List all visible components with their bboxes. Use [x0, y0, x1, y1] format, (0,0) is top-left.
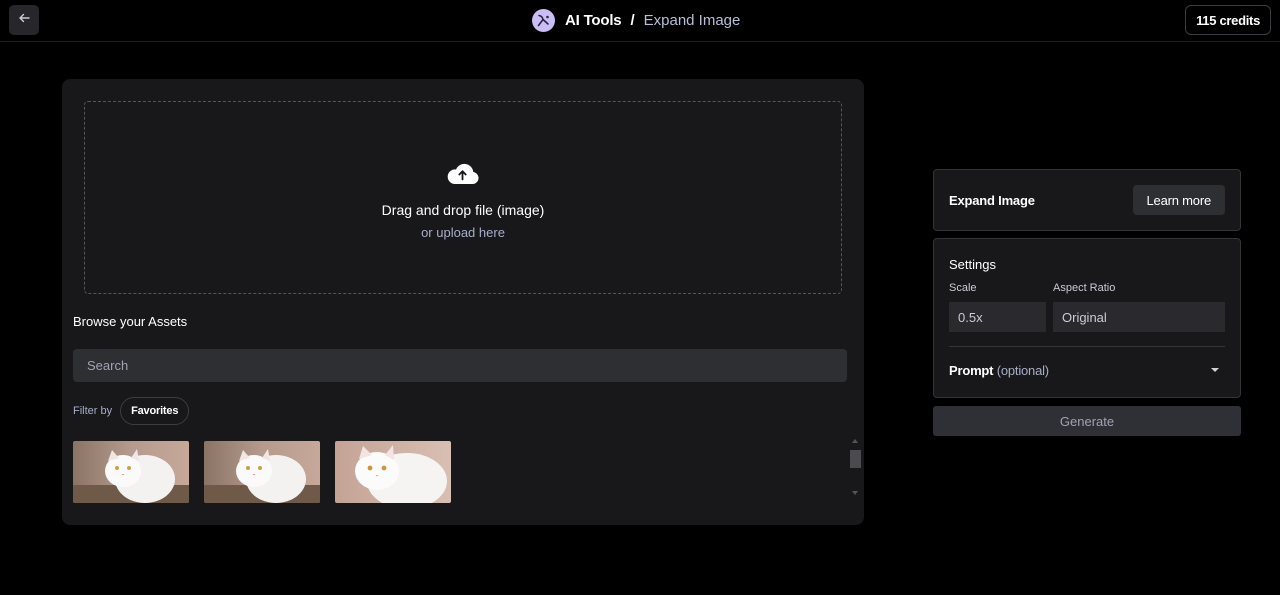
top-bar: AI Tools / Expand Image 115 credits	[0, 0, 1280, 42]
breadcrumb-app-link[interactable]: AI Tools	[565, 12, 622, 29]
assets-search-input[interactable]	[73, 349, 847, 382]
generate-button[interactable]: Generate	[933, 406, 1241, 436]
asset-thumbnail[interactable]	[204, 441, 320, 503]
assets-heading: Browse your Assets	[73, 314, 188, 329]
settings-card: Settings Scale 0.5x Aspect Ratio Origina…	[933, 238, 1241, 398]
favorites-filter-chip[interactable]: Favorites	[120, 397, 190, 425]
filter-row: Filter by Favorites	[73, 397, 190, 425]
scale-label: Scale	[949, 282, 977, 294]
learn-more-button[interactable]: Learn more	[1132, 185, 1225, 215]
app-logo-icon[interactable]	[532, 8, 555, 32]
breadcrumb-separator: /	[630, 11, 635, 29]
aspect-ratio-select[interactable]: Original	[1053, 302, 1225, 332]
filter-label: Filter by	[73, 405, 113, 417]
asset-thumbnail[interactable]	[73, 441, 189, 503]
dropzone-title: Drag and drop file (image)	[381, 202, 545, 218]
tool-title: Expand Image	[949, 193, 1035, 208]
upload-link[interactable]: or upload here	[85, 225, 841, 240]
scroll-down-icon[interactable]	[852, 491, 858, 495]
prompt-label: Prompt (optional)	[949, 363, 1049, 378]
thumbnails-scrollbar[interactable]	[850, 437, 862, 499]
breadcrumb-current-page: Expand Image	[643, 11, 741, 29]
prompt-optional-text: (optional)	[996, 362, 1049, 378]
settings-title: Settings	[949, 257, 996, 272]
arrow-left-icon	[18, 11, 30, 29]
cloud-upload-icon	[446, 160, 479, 190]
breadcrumb: AI Tools / Expand Image	[532, 8, 740, 32]
aspect-ratio-label: Aspect Ratio	[1053, 282, 1116, 294]
chevron-down-icon	[1211, 368, 1219, 372]
file-dropzone[interactable]: Drag and drop file (image) or upload her…	[84, 101, 842, 294]
settings-divider	[949, 346, 1225, 347]
back-button[interactable]	[9, 5, 39, 35]
scroll-up-icon[interactable]	[852, 439, 858, 443]
credits-badge[interactable]: 115 credits	[1185, 5, 1271, 35]
prompt-label-text: Prompt	[949, 362, 994, 378]
prompt-toggle[interactable]: Prompt (optional)	[949, 360, 1225, 380]
expand-image-card: Expand Image Learn more	[933, 169, 1241, 231]
scale-select[interactable]: 0.5x	[949, 302, 1046, 332]
asset-thumbnails	[73, 441, 853, 503]
scrollbar-thumb[interactable]	[850, 450, 861, 468]
upload-panel: Drag and drop file (image) or upload her…	[62, 79, 864, 525]
asset-thumbnail[interactable]	[335, 441, 451, 503]
